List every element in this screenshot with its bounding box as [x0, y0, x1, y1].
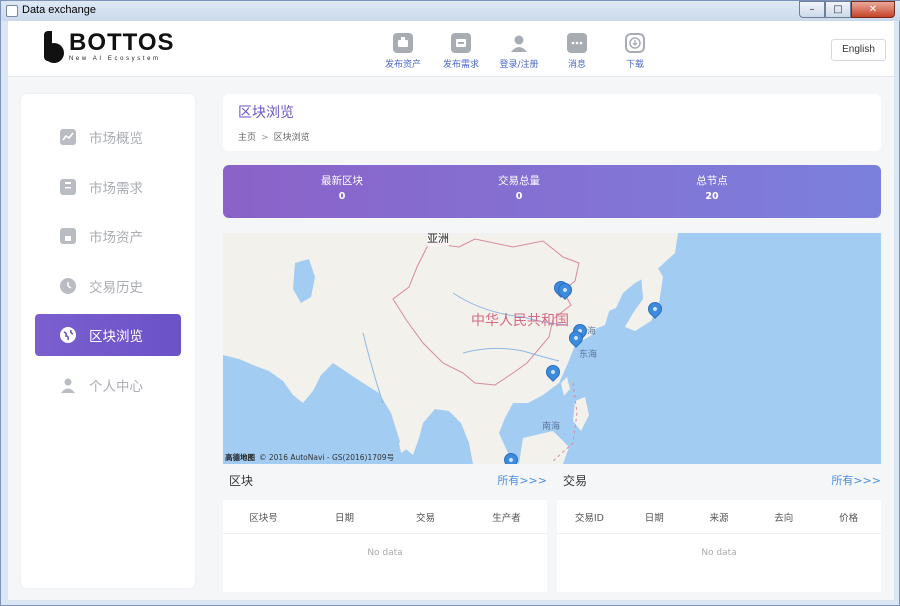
nav-label: 发布资产 — [384, 60, 421, 70]
sidebar-item-label: 市场概览 — [89, 131, 143, 147]
nav-label: 登录/注册 — [499, 60, 539, 70]
nav-login-register[interactable]: 登录/注册 — [490, 33, 548, 70]
sidebar-item-label: 个人中心 — [89, 379, 143, 395]
empty-state: No data — [701, 548, 737, 558]
breadcrumb-separator: > — [261, 133, 269, 143]
app-window: Data exchange – □ ✕ BOTTOS New AI Ecosys… — [0, 0, 900, 606]
nav-publish-demand[interactable]: 发布需求 — [432, 33, 490, 70]
sidebar-item-label: 市场资产 — [89, 230, 143, 246]
blocks-table: 区块号 日期 交易 生产者 No data — [223, 500, 547, 592]
sidebar-item-market-assets[interactable]: 市场资产 — [35, 215, 181, 257]
blocks-more-link[interactable]: 所有>>> — [497, 472, 547, 488]
map-brand: 高德地图 — [225, 453, 255, 462]
nav-label: 消息 — [567, 60, 586, 70]
person-icon — [60, 377, 76, 393]
maximize-button[interactable]: □ — [825, 1, 851, 18]
stat-value: 0 — [338, 191, 346, 202]
column-header[interactable]: 去向 — [751, 510, 816, 524]
stat-latest-block: 最新区块 0 — [282, 173, 402, 202]
column-header[interactable]: 交易 — [385, 510, 466, 524]
top-nav: 发布资产 发布需求 登录/注册 消息 下载 — [374, 33, 664, 70]
map-country-label: 中华人民共和国 — [471, 313, 569, 329]
transactions-more-link[interactable]: 所有>>> — [831, 472, 881, 488]
sidebar-item-label: 交易历史 — [89, 280, 143, 296]
app-client: BOTTOS New AI Ecosystem 发布资产 发布需求 登录/注册 … — [8, 21, 894, 600]
stat-total-nodes: 总节点 20 — [652, 173, 772, 202]
nav-download[interactable]: 下载 — [606, 33, 664, 70]
column-header[interactable]: 生产者 — [466, 510, 547, 524]
empty-state: No data — [367, 548, 403, 558]
stat-value: 0 — [515, 191, 523, 202]
page-title: 区块浏览 — [238, 105, 294, 121]
publish-asset-icon — [393, 33, 413, 53]
stat-label: 交易总量 — [498, 175, 540, 187]
nav-messages[interactable]: 消息 — [548, 33, 606, 70]
logo-word: BOTTOS — [69, 29, 175, 56]
column-header[interactable]: 交易ID — [557, 510, 622, 524]
download-icon — [625, 33, 645, 53]
map-sea-label: 东海 — [579, 350, 598, 360]
page-header-card: 区块浏览 主页 > 区块浏览 — [223, 94, 881, 151]
logo-mark-icon — [44, 31, 64, 63]
top-header: BOTTOS New AI Ecosystem 发布资产 发布需求 登录/注册 … — [8, 21, 894, 77]
nav-publish-asset[interactable]: 发布资产 — [374, 33, 432, 70]
title-bar: Data exchange – □ ✕ — [1, 1, 900, 21]
table-header: 交易ID 日期 来源 去向 价格 — [557, 500, 881, 534]
sidebar-item-market-demand[interactable]: 市场需求 — [35, 166, 181, 208]
stat-value: 20 — [705, 191, 719, 202]
close-button[interactable]: ✕ — [851, 1, 895, 18]
blocks-panel: 区块 所有>>> 区块号 日期 交易 生产者 No data — [223, 466, 547, 592]
node-map[interactable]: 亚洲 中华人民共和国 海 东海 南海 高德地图 © 2016 AutoNavi -… — [223, 233, 881, 464]
sidebar-item-label: 区块浏览 — [89, 329, 143, 345]
column-header[interactable]: 区块号 — [223, 510, 304, 524]
column-header[interactable]: 日期 — [622, 510, 687, 524]
store-icon — [60, 228, 76, 244]
stats-banner: 最新区块 0 交易总量 0 总节点 20 — [223, 165, 881, 218]
sidebar-item-personal-center[interactable]: 个人中心 — [35, 364, 181, 406]
map-sea-label: 南海 — [542, 422, 561, 432]
globe-icon — [60, 327, 76, 343]
map-sea-label: 海 — [587, 327, 597, 337]
sidebar-item-block-explorer[interactable]: 区块浏览 — [35, 314, 181, 356]
table-header: 区块号 日期 交易 生产者 — [223, 500, 547, 534]
stat-total-transactions: 交易总量 0 — [459, 173, 579, 202]
breadcrumb: 主页 > 区块浏览 — [238, 130, 310, 143]
column-header[interactable]: 价格 — [816, 510, 881, 524]
language-button[interactable]: English — [831, 39, 886, 61]
sidebar-item-market-overview[interactable]: 市场概览 — [35, 116, 181, 158]
stat-label: 最新区块 — [321, 175, 363, 187]
column-header[interactable]: 来源 — [687, 510, 752, 524]
panel-title: 区块 — [229, 474, 254, 488]
nav-label: 下载 — [625, 60, 644, 70]
message-icon — [567, 33, 587, 53]
transactions-panel: 交易 所有>>> 交易ID 日期 来源 去向 价格 No data — [557, 466, 881, 592]
nav-label: 发布需求 — [442, 60, 479, 70]
column-header[interactable]: 日期 — [304, 510, 385, 524]
breadcrumb-home-link[interactable]: 主页 — [238, 133, 256, 143]
sidebar-item-label: 市场需求 — [89, 181, 143, 197]
breadcrumb-current: 区块浏览 — [273, 133, 310, 143]
user-icon — [509, 33, 529, 53]
transactions-table: 交易ID 日期 来源 去向 价格 No data — [557, 500, 881, 592]
publish-demand-icon — [451, 33, 471, 53]
clipboard-icon — [60, 179, 76, 195]
map-top-label: 亚洲 — [427, 233, 449, 246]
stat-label: 总节点 — [696, 175, 728, 187]
app-icon — [6, 5, 18, 17]
chart-icon — [60, 129, 76, 145]
minimize-button[interactable]: – — [799, 1, 825, 18]
clock-icon — [60, 278, 76, 294]
sidebar-item-trade-history[interactable]: 交易历史 — [35, 265, 181, 307]
window-title: Data exchange — [22, 4, 96, 16]
sidebar: 市场概览 市场需求 市场资产 交易历史 区块浏览 个人中心 — [21, 94, 195, 588]
map-copyright: © 2016 AutoNavi - GS(2016)1709号 — [259, 453, 395, 462]
map-attribution: 高德地图 © 2016 AutoNavi - GS(2016)1709号 — [225, 452, 394, 463]
panel-title: 交易 — [563, 474, 588, 488]
logo-tagline: New AI Ecosystem — [69, 56, 161, 62]
bottos-logo[interactable]: BOTTOS New AI Ecosystem — [44, 31, 175, 63]
